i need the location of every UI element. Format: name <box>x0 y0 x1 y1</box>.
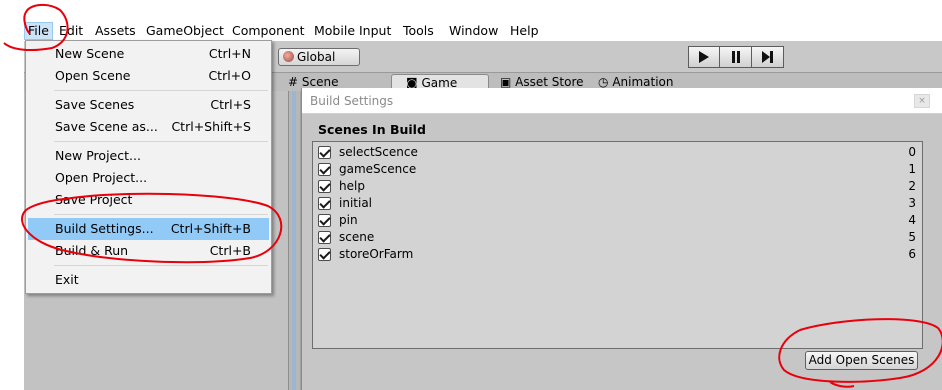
menu-item-shortcut: Ctrl+O <box>208 68 251 83</box>
menu-item-shortcut: Ctrl+Shift+S <box>171 119 251 134</box>
scene-checkbox[interactable] <box>318 197 331 210</box>
scene-index: 2 <box>908 179 916 193</box>
menu-help[interactable]: Help <box>507 22 542 40</box>
shopping-bag-icon: ▣ <box>500 75 512 89</box>
scene-name: selectScence <box>339 145 418 159</box>
step-icon <box>762 51 773 63</box>
menu-assets[interactable]: Assets <box>92 22 139 40</box>
scene-row[interactable]: help 2 <box>313 178 922 195</box>
clock-icon: ◷ <box>598 75 609 89</box>
pivot-global-toggle[interactable]: Global <box>278 48 360 66</box>
menu-edit[interactable]: Edit <box>56 22 86 40</box>
splitter-bar <box>292 91 296 390</box>
menu-item-label: Open Scene <box>55 68 131 83</box>
pause-icon <box>731 51 740 63</box>
scene-name: gameScence <box>339 162 417 176</box>
build-settings-title: Build Settings <box>302 88 942 114</box>
menu-item-label: Save Project <box>55 192 133 207</box>
build-settings-window: Build Settings × Scenes In Build selectS… <box>301 88 942 390</box>
scene-row[interactable]: pin 4 <box>313 212 922 229</box>
menu-item-label: Exit <box>55 272 79 287</box>
menu-item-label: Save Scenes <box>55 97 135 112</box>
menu-item-label: Save Scene as... <box>55 119 158 134</box>
scene-index: 5 <box>908 230 916 244</box>
menu-gameobject[interactable]: GameObject <box>143 22 227 40</box>
menu-item-save-scene-as[interactable]: Save Scene as... Ctrl+Shift+S <box>28 116 269 138</box>
scene-checkbox[interactable] <box>318 180 331 193</box>
menu-item-new-project[interactable]: New Project... <box>28 145 269 167</box>
playback-controls <box>688 46 784 68</box>
menu-item-label: Open Project... <box>55 170 148 185</box>
hash-icon: # <box>288 75 299 89</box>
menu-item-open-project[interactable]: Open Project... <box>28 167 269 189</box>
scene-index: 1 <box>908 162 916 176</box>
step-button[interactable] <box>752 46 784 68</box>
menu-mobile-input[interactable]: Mobile Input <box>311 22 394 40</box>
menu-item-save-scenes[interactable]: Save Scenes Ctrl+S <box>28 94 269 116</box>
scene-checkbox[interactable] <box>318 231 331 244</box>
scene-checkbox[interactable] <box>318 248 331 261</box>
tab-scene-label: Scene <box>301 75 339 89</box>
scene-checkbox[interactable] <box>318 214 331 227</box>
menu-item-new-scene[interactable]: New Scene Ctrl+N <box>28 43 269 65</box>
scene-name: scene <box>339 230 375 244</box>
scene-checkbox[interactable] <box>318 163 331 176</box>
global-label: Global <box>297 50 336 64</box>
scene-index: 3 <box>908 196 916 210</box>
play-icon <box>699 51 709 63</box>
menu-window[interactable]: Window <box>446 22 501 40</box>
play-button[interactable] <box>688 46 720 68</box>
menu-tools[interactable]: Tools <box>400 22 437 40</box>
scene-row[interactable]: gameScence 1 <box>313 161 922 178</box>
menu-item-shortcut: Ctrl+B <box>209 243 251 258</box>
file-menu-dropdown: New Scene Ctrl+N Open Scene Ctrl+O Save … <box>25 40 272 294</box>
menu-item-label: Build & Run <box>55 243 129 258</box>
scene-checkbox[interactable] <box>318 146 331 159</box>
pause-button[interactable] <box>720 46 752 68</box>
scene-name: help <box>339 179 365 193</box>
scene-list: selectScence 0 gameScence 1 help 2 initi… <box>312 141 923 349</box>
menu-item-save-project[interactable]: Save Project <box>28 189 269 211</box>
scene-row[interactable]: storeOrFarm 6 <box>313 246 922 263</box>
tab-asset-store-label: Asset Store <box>515 75 584 89</box>
scene-name: initial <box>339 196 372 210</box>
scene-row[interactable]: selectScence 0 <box>313 144 922 161</box>
menu-separator <box>54 141 268 142</box>
menu-item-open-scene[interactable]: Open Scene Ctrl+O <box>28 65 269 87</box>
menu-component[interactable]: Component <box>229 22 308 40</box>
menu-item-shortcut: Ctrl+Shift+B <box>170 221 251 236</box>
menu-item-shortcut: Ctrl+N <box>208 46 251 61</box>
menu-separator <box>54 214 268 215</box>
scenes-in-build-heading: Scenes In Build <box>318 122 426 137</box>
scene-index: 6 <box>908 247 916 261</box>
scene-row[interactable]: initial 3 <box>313 195 922 212</box>
menu-separator <box>54 265 268 266</box>
scene-index: 0 <box>908 145 916 159</box>
menu-item-label: Build Settings... <box>55 221 154 236</box>
panel-splitter[interactable] <box>288 91 300 390</box>
menu-bar: File Edit Assets GameObject Component Mo… <box>0 0 942 40</box>
add-open-scenes-button[interactable]: Add Open Scenes <box>805 351 918 370</box>
scene-index: 4 <box>908 213 916 227</box>
menu-item-label: New Scene <box>55 46 125 61</box>
menu-file[interactable]: File <box>24 22 53 40</box>
globe-icon <box>283 51 294 62</box>
menu-item-build-settings[interactable]: Build Settings... Ctrl+Shift+B <box>28 218 269 240</box>
tab-animation-label: Animation <box>612 75 674 89</box>
menu-separator <box>54 90 268 91</box>
scene-name: pin <box>339 213 358 227</box>
menu-item-exit[interactable]: Exit <box>28 269 269 291</box>
menu-item-build-and-run[interactable]: Build & Run Ctrl+B <box>28 240 269 262</box>
scene-name: storeOrFarm <box>339 247 414 261</box>
menu-item-shortcut: Ctrl+S <box>210 97 251 112</box>
close-icon[interactable]: × <box>914 94 930 108</box>
menu-item-label: New Project... <box>55 148 141 163</box>
scene-row[interactable]: scene 5 <box>313 229 922 246</box>
